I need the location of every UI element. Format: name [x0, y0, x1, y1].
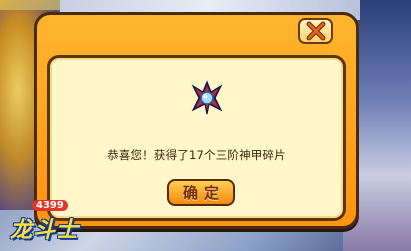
logo-number: 4399 — [32, 200, 68, 211]
reward-dialog: 恭喜您！获得了17个三阶神甲碎片 确定 — [34, 12, 359, 229]
close-button[interactable] — [298, 18, 333, 44]
logo-title: 龙斗士 — [10, 218, 80, 243]
dialog-content-panel: 恭喜您！获得了17个三阶神甲碎片 确定 — [47, 55, 346, 221]
reward-message: 恭喜您！获得了17个三阶神甲碎片 — [107, 148, 286, 162]
game-logo: 4399 龙斗士 — [8, 200, 100, 248]
confirm-button[interactable]: 确定 — [167, 179, 235, 206]
game-screen: 恭喜您！获得了17个三阶神甲碎片 确定 4399 龙斗士 — [0, 0, 411, 251]
close-icon — [306, 21, 325, 41]
armor-fragment-icon — [191, 80, 223, 115]
